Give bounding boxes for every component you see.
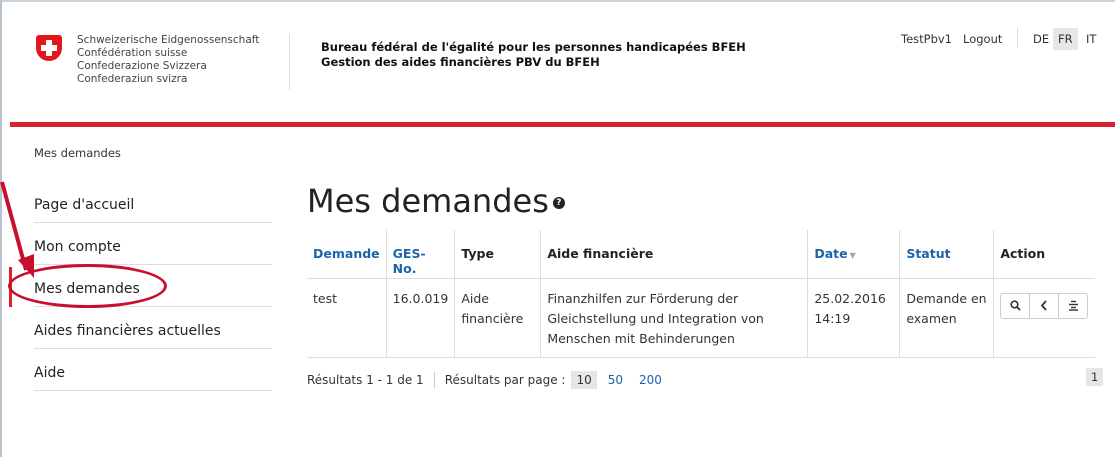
breadcrumb: Mes demandes xyxy=(34,146,121,160)
results-count: Résultats 1 - 1 de 1 xyxy=(307,373,424,387)
requests-table: Demande GES-No. Type Aide financière Dat… xyxy=(307,230,1095,358)
footer-divider xyxy=(433,372,435,388)
sort-desc-icon: ▼ xyxy=(849,251,856,260)
application-name: Gestion des aides financières PBV du BFE… xyxy=(321,55,600,69)
confederation-name-it: Confederazione Svizzera xyxy=(77,60,207,72)
column-label: Action xyxy=(1000,246,1046,261)
page-title: Mes demandes? xyxy=(307,182,565,220)
row-action-group xyxy=(1000,292,1089,319)
confederation-name-fr: Confédération suisse xyxy=(77,47,188,59)
view-search-icon[interactable] xyxy=(1001,293,1031,318)
align-center-icon[interactable] xyxy=(1059,294,1087,318)
cell-aide: Finanzhilfen zur Förderung der Gleichste… xyxy=(540,278,809,358)
site-header: Schweizerische Eidgenossenschaft Confédé… xyxy=(0,0,1115,120)
question-circle-icon[interactable]: ? xyxy=(552,197,565,209)
per-page-option-200[interactable]: 200 xyxy=(634,371,667,389)
cell-ges-no: 16.0.019 xyxy=(386,278,456,358)
sidebar-item-account[interactable]: Mon compte xyxy=(34,223,272,265)
chevron-left-icon[interactable] xyxy=(1030,293,1060,318)
sidebar-item-help[interactable]: Aide xyxy=(34,349,272,391)
cell-type: Aide financière xyxy=(454,278,542,358)
column-label: Date xyxy=(814,246,848,261)
column-label: Statut xyxy=(906,246,951,261)
page-title-text: Mes demandes xyxy=(307,182,549,220)
column-label: Demande xyxy=(313,246,380,261)
language-divider xyxy=(1017,28,1018,48)
per-page-option-10[interactable]: 10 xyxy=(571,371,597,389)
language-it[interactable]: IT xyxy=(1081,28,1101,50)
language-de[interactable]: DE xyxy=(1028,28,1054,50)
cell-action xyxy=(993,278,1095,358)
confederation-name-rm: Confederaziun svizra xyxy=(77,73,188,85)
header-divider xyxy=(289,34,290,90)
sidebar-item-label: Mon compte xyxy=(34,239,121,255)
office-name: Bureau fédéral de l'égalité pour les per… xyxy=(321,40,746,54)
language-fr[interactable]: FR xyxy=(1053,28,1078,50)
column-action: Action xyxy=(993,230,1095,279)
confederation-names: Schweizerische Eidgenossenschaft Confédé… xyxy=(77,34,259,86)
sidebar-item-label: Aide xyxy=(34,365,65,381)
cell-demande: test xyxy=(307,278,387,358)
sidebar-item-home[interactable]: Page d'accueil xyxy=(34,181,272,223)
column-type: Type xyxy=(454,230,542,279)
per-page-option-50[interactable]: 50 xyxy=(603,371,628,389)
pagination-page-1[interactable]: 1 xyxy=(1086,368,1104,386)
per-page-label: Résultats par page : xyxy=(444,373,566,387)
column-label: GES-No. xyxy=(392,246,426,276)
header-red-bar xyxy=(10,122,1115,127)
table-row: test 16.0.019 Aide financière Finanzhilf… xyxy=(307,278,1095,358)
cell-date: 25.02.2016 14:19 xyxy=(807,278,901,358)
column-date[interactable]: Date ▼ xyxy=(807,230,901,279)
cell-statut: Demande en examen xyxy=(899,278,995,358)
confederation-name-de: Schweizerische Eidgenossenschaft xyxy=(77,34,260,46)
sidebar-item-label: Page d'accueil xyxy=(34,197,135,213)
annotation-ellipse xyxy=(8,264,167,308)
office-title: Bureau fédéral de l'égalité pour les per… xyxy=(321,40,746,70)
user-name-link[interactable]: TestPbv1 xyxy=(901,32,952,46)
column-ges-no[interactable]: GES-No. xyxy=(386,230,456,279)
column-statut[interactable]: Statut xyxy=(899,230,995,279)
column-aide: Aide financière xyxy=(540,230,809,279)
column-label: Type xyxy=(461,246,494,261)
logout-link[interactable]: Logout xyxy=(963,32,1002,46)
swiss-flag-logo[interactable] xyxy=(36,35,62,61)
table-footer: Résultats 1 - 1 de 1 Résultats par page … xyxy=(307,371,667,389)
sidebar-item-label: Aides financières actuelles xyxy=(34,323,221,339)
table-header-row: Demande GES-No. Type Aide financière Dat… xyxy=(307,230,1095,279)
sidebar-item-current-aid[interactable]: Aides financières actuelles xyxy=(34,307,272,349)
column-label: Aide financière xyxy=(547,246,654,261)
column-demande[interactable]: Demande xyxy=(307,230,387,279)
